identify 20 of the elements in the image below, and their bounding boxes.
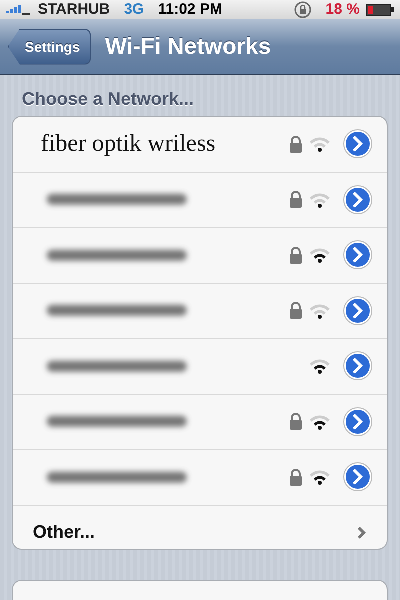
detail-disclosure-icon[interactable] (343, 184, 373, 215)
carrier-name: STARHUB (38, 1, 110, 18)
back-button[interactable]: Settings (8, 28, 92, 65)
other-network[interactable]: Other... (33, 522, 357, 544)
detail-disclosure-icon[interactable] (343, 462, 373, 492)
network-type: 3G (124, 1, 144, 18)
detail-disclosure-icon[interactable] (343, 351, 373, 382)
clock-time: 11:02 PM (158, 1, 222, 18)
battery-icon (366, 4, 394, 16)
detail-disclosure-icon[interactable] (343, 406, 373, 437)
network-name[interactable]: fiber optik wriless (41, 130, 289, 158)
section-header: Choose a Network... (22, 89, 196, 110)
signal-icon (6, 4, 32, 15)
screen-title: Wi-Fi Networks (105, 33, 272, 60)
rotation-lock-icon (294, 0, 312, 19)
battery-percent: 18 % (326, 1, 360, 18)
detail-disclosure-icon[interactable] (343, 129, 373, 160)
detail-disclosure-icon[interactable] (343, 296, 373, 326)
detail-disclosure-icon[interactable] (343, 240, 373, 270)
chevron-icon (357, 526, 367, 540)
